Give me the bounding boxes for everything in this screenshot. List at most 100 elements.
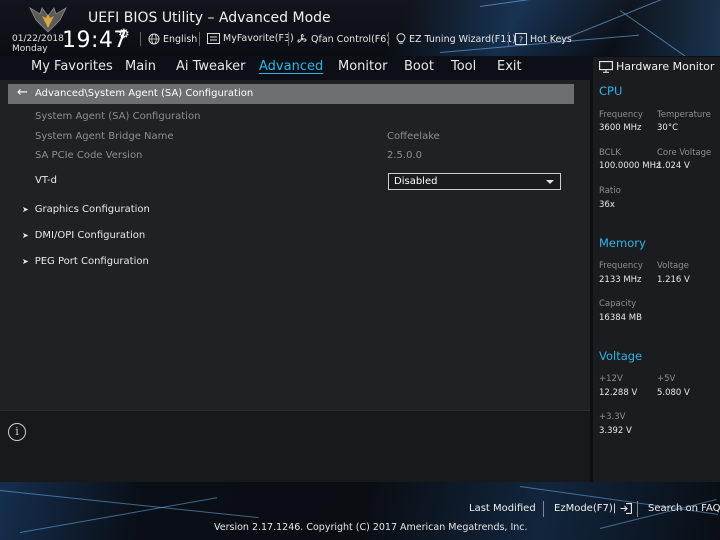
breadcrumb-path: Advanced\System Agent (SA) Configuration [35,88,254,99]
main-menu-bar: My Favorites Main Ai Tweaker Advanced Mo… [0,57,590,79]
header-divider [508,32,509,46]
hot-keys-label: Hot Keys [530,33,572,45]
v33-label: +3.3V [599,412,626,422]
back-arrow-icon[interactable]: ← [17,85,28,100]
menu-monitor[interactable]: Monitor [338,59,387,74]
top-header: UEFI BIOS Utility – Advanced Mode 01/22/… [0,0,720,56]
core-voltage-value: 1.024 V [657,161,690,171]
lightbulb-icon [396,33,406,44]
menu-main[interactable]: Main [125,59,156,74]
submenu-label: Graphics Configuration [34,204,150,215]
globe-icon [148,33,160,45]
ez-mode-label: EzMode(F7)| [554,503,617,514]
core-voltage-label: Core Voltage [657,148,712,158]
help-key-icon: ? [515,33,527,45]
search-on-faq-label: Search on FAQ [648,503,720,514]
hardware-monitor-panel: Hardware Monitor CPU Frequency Temperatu… [593,57,720,482]
v5-value: 5.080 V [657,388,690,398]
vtd-selected-value: Disabled [394,176,438,187]
submenu-dmi-opi-configuration[interactable]: ➤ DMI/OPI Configuration [22,230,145,241]
memory-voltage-label: Voltage [657,261,689,271]
cpu-temperature-value: 30°C [657,123,679,133]
cpu-frequency-label: Frequency [599,110,643,120]
date-text: 01/22/2018 [12,34,64,44]
pcie-code-version-value: 2.5.0.0 [387,150,422,161]
monitor-icon [599,60,613,73]
chevron-right-icon: ➤ [22,257,29,266]
header-divider [199,32,200,46]
footer-bar: Last Modified EzMode(F7)| Search on FAQ … [0,482,720,540]
hot-keys-button[interactable]: ? Hot Keys [515,33,572,45]
chevron-right-icon: ➤ [22,231,29,240]
header-divider [140,32,141,46]
qfan-control-button[interactable]: Qfan Control(F6) [296,33,390,45]
ez-tuning-wizard-label: EZ Tuning Wizard(F11) [409,33,517,45]
menu-exit[interactable]: Exit [497,59,522,74]
fan-icon [297,34,307,43]
search-on-faq-button[interactable]: Search on FAQ [648,503,720,514]
favorite-list-icon [207,33,220,44]
hardware-monitor-label: Hardware Monitor [616,60,715,73]
copyright-text: Version 2.17.1246. Copyright (C) 2017 Am… [214,522,528,533]
memory-capacity-label: Capacity [599,299,637,309]
v33-value: 3.392 V [599,426,632,436]
date-display: 01/22/2018 Monday [12,34,64,54]
breadcrumb[interactable]: ← Advanced\System Agent (SA) Configurati… [8,84,574,104]
qfan-control-label: Qfan Control(F6) [311,33,390,45]
vtd-label: VT-d [35,175,57,186]
cpu-temperature-label: Temperature [657,110,711,120]
settings-panel: ← Advanced\System Agent (SA) Configurati… [0,80,590,410]
v12-value: 12.288 V [599,388,638,398]
language-button[interactable]: English [148,33,197,45]
submenu-graphics-configuration[interactable]: ➤ Graphics Configuration [22,204,150,215]
bclk-value: 100.0000 MHz [599,161,661,171]
memory-frequency-label: Frequency [599,261,643,271]
language-label: English [163,33,198,45]
menu-tool[interactable]: Tool [451,59,476,74]
chevron-down-icon [546,180,554,184]
submenu-label: DMI/OPI Configuration [34,230,146,241]
cpu-frequency-value: 3600 MHz [599,123,642,133]
info-icon: i [8,423,26,441]
day-text: Monday [12,44,48,54]
submenu-label: PEG Port Configuration [34,256,149,267]
app-title: UEFI BIOS Utility – Advanced Mode [88,10,331,26]
menu-boot[interactable]: Boot [404,59,434,74]
hardware-monitor-title: Hardware Monitor [599,60,714,73]
footer-divider [637,501,638,517]
last-modified-label: Last Modified [469,503,536,514]
chevron-right-icon: ➤ [22,205,29,214]
pcie-code-version-label: SA PCIe Code Version [35,150,143,161]
help-info-panel: i [0,410,590,482]
menu-advanced[interactable]: Advanced [259,59,323,74]
exit-arrow-icon [620,503,633,514]
vtd-select[interactable]: Disabled [388,173,561,190]
voltage-heading: Voltage [599,349,643,363]
memory-frequency-value: 2133 MHz [599,275,642,285]
my-favorite-button[interactable]: MyFavorite(F3) [207,33,294,44]
bclk-label: BCLK [599,148,621,158]
memory-heading: Memory [599,236,646,250]
header-divider [288,32,289,46]
memory-voltage-value: 1.216 V [657,275,690,285]
ratio-label: Ratio [599,186,621,196]
v12-label: +12V [599,374,623,384]
menu-my-favorites[interactable]: My Favorites [31,59,113,74]
ratio-value: 36x [599,200,615,210]
menu-ai-tweaker[interactable]: Ai Tweaker [176,59,245,74]
header-divider [388,32,389,46]
my-favorite-label: MyFavorite(F3) [223,33,294,44]
gear-icon[interactable]: ⚙ [118,27,130,42]
ez-mode-button[interactable]: EzMode(F7)| [554,503,633,514]
cpu-heading: CPU [599,84,623,98]
section-title: System Agent (SA) Configuration [35,111,201,122]
bridge-name-label: System Agent Bridge Name [35,131,174,142]
v5-label: +5V [657,374,676,384]
last-modified-button[interactable]: Last Modified [469,503,536,514]
svg-text:?: ? [519,35,523,44]
footer-divider [543,501,544,517]
submenu-peg-port-configuration[interactable]: ➤ PEG Port Configuration [22,256,149,267]
memory-capacity-value: 16384 MB [599,313,642,323]
ez-tuning-wizard-button[interactable]: EZ Tuning Wizard(F11) [396,33,516,45]
bridge-name-value: Coffeelake [387,131,440,142]
